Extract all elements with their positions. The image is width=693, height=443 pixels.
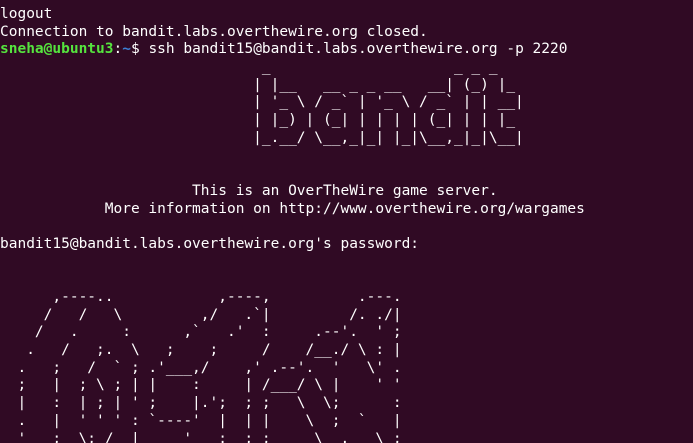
ascii-art-line: | : | ; | ' ; |.'; ; ; \ \; : xyxy=(0,395,402,412)
ascii-art-line: ; | ; \ ; | | : | /___/ \ | ' ' xyxy=(0,377,402,394)
ascii-art-line: / / \ ,/ .`| /. ./| xyxy=(0,306,402,323)
prompt-path: ~ xyxy=(122,41,131,58)
terminal-window[interactable]: logout Connection to bandit.labs.overthe… xyxy=(0,0,693,443)
prompt-symbol: $ xyxy=(130,41,149,58)
history-line-logout: logout xyxy=(0,6,53,22)
ascii-art-line: ,----.. ,----, .---. xyxy=(0,289,402,305)
prompt-user-host: sneha@ubuntu3 xyxy=(0,41,114,58)
ascii-art-line: . | ' ' ' : `----' | | | \ ; ` | xyxy=(0,412,402,429)
password-prompt[interactable]: bandit15@bandit.labs.overthewire.org's p… xyxy=(0,236,693,254)
banner-line: | |_) | (_| | | | | (_| | | |_ xyxy=(0,112,524,129)
banner-line: | '_ \ / _` | '_ \ / _` | | __| xyxy=(0,94,524,111)
ascii-art-line: / . : ,` .' : .--'. ' ; xyxy=(0,324,402,341)
server-url-line: More information on http://www.overthewi… xyxy=(0,200,585,217)
prompt-line: sneha@ubuntu3:~$ ssh bandit15@bandit.lab… xyxy=(0,41,693,59)
server-info-line: This is an OverTheWire game server. xyxy=(0,182,498,199)
history-line-connection-closed: Connection to bandit.labs.overthewire.or… xyxy=(0,23,428,40)
banner-line: _ _ _ _ xyxy=(0,59,524,76)
prompt-command: ssh bandit15@bandit.labs.overthewire.org… xyxy=(148,41,568,58)
ascii-art-line: . / ;. \ ; ; / /__./ \ : | xyxy=(0,342,402,359)
ascii-art-line: ' ; \; / | ' : ; ; \ . \ ; xyxy=(0,430,402,443)
prompt-separator: : xyxy=(113,41,123,58)
ascii-art-line: . ; / ` ; .'___,/ ,' .--'. ' \' . xyxy=(0,359,402,376)
banner-line: | |__ __ _ _ __ __| (_) |_ xyxy=(0,76,524,93)
banner-line: |_.__/ \__,_|_| |_|\__,_|_|\__| xyxy=(0,129,524,146)
